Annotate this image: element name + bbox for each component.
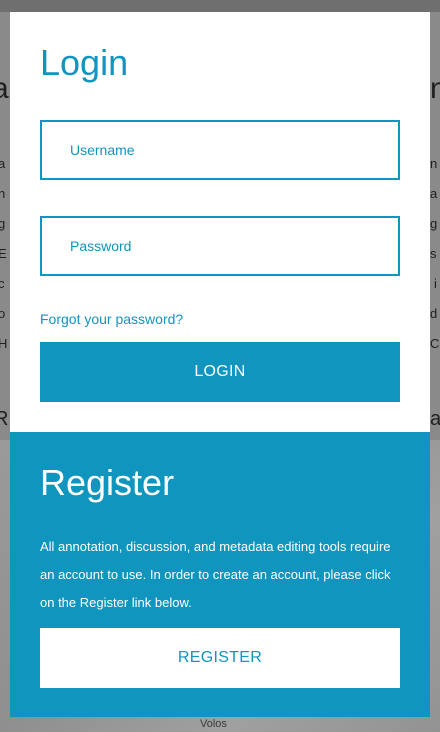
background-heading-fragment: a <box>430 408 440 430</box>
auth-modal: Login Forgot your password? LOGIN Regist… <box>10 12 430 717</box>
background-top-bar <box>0 0 440 12</box>
register-panel: Register All annotation, discussion, and… <box>10 432 430 717</box>
password-field[interactable] <box>40 216 400 276</box>
background-text-fragment: c <box>0 276 5 291</box>
login-panel: Login Forgot your password? LOGIN <box>10 12 430 432</box>
background-text-fragment: g <box>0 216 6 231</box>
register-button[interactable]: REGISTER <box>40 628 400 688</box>
background-text-fragment: d <box>430 306 438 321</box>
background-text-fragment: s <box>430 246 437 261</box>
background-text-fragment: i <box>434 276 437 291</box>
login-button[interactable]: LOGIN <box>40 342 400 402</box>
background-text-fragment: n <box>0 186 6 201</box>
username-input[interactable] <box>70 142 398 158</box>
register-description: All annotation, discussion, and metadata… <box>40 539 391 610</box>
background-text-fragment: C <box>430 336 440 351</box>
background-map-label: Volos <box>200 718 227 730</box>
password-input[interactable] <box>70 238 398 254</box>
background-text-fragment: a <box>0 156 6 171</box>
background-heading-fragment: n <box>430 72 440 105</box>
login-title: Login <box>40 42 129 83</box>
background-text-fragment: E <box>0 246 7 261</box>
background-heading-fragment: R <box>0 408 9 430</box>
background-text-fragment: o <box>0 306 6 321</box>
register-title: Register <box>40 462 175 503</box>
background-text-fragment: g <box>430 216 438 231</box>
username-field[interactable] <box>40 120 400 180</box>
background-text-fragment: n <box>430 156 438 171</box>
background-heading-fragment: a <box>0 72 9 105</box>
background-text-fragment: a <box>430 186 438 201</box>
forgot-password-link[interactable]: Forgot your password? <box>40 311 183 327</box>
background-text-fragment: H <box>0 336 8 351</box>
